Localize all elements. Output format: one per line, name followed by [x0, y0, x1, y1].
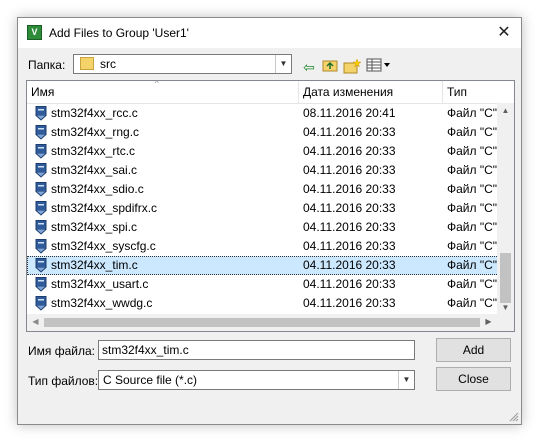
- scroll-up-icon[interactable]: ▲: [497, 106, 514, 115]
- lookin-combo[interactable]: src ▼: [73, 54, 292, 74]
- chevron-down-icon[interactable]: ▼: [275, 55, 291, 73]
- sort-up-icon: ^: [155, 80, 159, 88]
- file-name: stm32f4xx_wwdg.c: [51, 296, 153, 310]
- scroll-right-icon[interactable]: ▶: [480, 317, 497, 326]
- table-row[interactable]: stm32f4xx_sdio.c 04.11.2016 20:33 Файл "C": [27, 180, 499, 199]
- file-name: stm32f4xx_sai.c: [51, 163, 138, 177]
- c-file-icon: [35, 106, 47, 121]
- c-file-icon: [35, 220, 47, 235]
- table-row[interactable]: stm32f4xx_spdifrx.c 04.11.2016 20:33 Файл …: [27, 199, 499, 218]
- scroll-corner: [497, 314, 514, 331]
- file-date: 04.11.2016 20:33: [303, 277, 396, 291]
- file-type: Файл "C": [447, 201, 498, 215]
- list-header: Имя ^ Дата изменения Тип: [27, 81, 514, 104]
- file-type: Файл "C": [447, 106, 498, 120]
- table-row[interactable]: stm32f4xx_wwdg.c 04.11.2016 20:33 Файл "C": [27, 294, 499, 313]
- file-date: 04.11.2016 20:33: [303, 125, 396, 139]
- filename-input[interactable]: [98, 340, 415, 360]
- file-type: Файл "C": [447, 220, 498, 234]
- table-row[interactable]: stm32f4xx_rcc.c 08.11.2016 20:41 Файл "C": [27, 104, 499, 123]
- c-file-icon: [35, 201, 47, 216]
- back-icon[interactable]: ⇦: [300, 58, 318, 76]
- file-name: stm32f4xx_sdio.c: [51, 182, 144, 196]
- c-file-icon: [35, 258, 47, 273]
- vertical-scrollbar[interactable]: ▲ ▼: [497, 103, 514, 315]
- c-file-icon: [35, 239, 47, 254]
- file-date: 04.11.2016 20:33: [303, 163, 396, 177]
- c-file-icon: [35, 277, 47, 292]
- file-name: stm32f4xx_rng.c: [51, 125, 140, 139]
- c-file-icon: [35, 182, 47, 197]
- c-file-icon: [35, 296, 47, 311]
- filetype-value: C Source file (*.c): [103, 373, 198, 387]
- table-row[interactable]: stm32f4xx_rtc.c 04.11.2016 20:33 Файл "C": [27, 142, 499, 161]
- file-date: 04.11.2016 20:33: [303, 182, 396, 196]
- file-date: 04.11.2016 20:33: [303, 220, 396, 234]
- file-name: stm32f4xx_rcc.c: [51, 106, 138, 120]
- file-name: stm32f4xx_usart.c: [51, 277, 149, 291]
- vertical-scroll-thumb[interactable]: [500, 253, 511, 303]
- file-list[interactable]: Имя ^ Дата изменения Тип stm32f4xx_rcc.c…: [26, 80, 515, 332]
- filetype-select[interactable]: C Source file (*.c) ▼: [98, 370, 415, 390]
- folder-icon: [80, 57, 94, 70]
- close-window-button[interactable]: ✕: [487, 18, 521, 48]
- file-type: Файл "C": [447, 163, 498, 177]
- scroll-down-icon[interactable]: ▼: [497, 303, 514, 312]
- file-name: stm32f4xx_rtc.c: [51, 144, 136, 158]
- close-icon: ✕: [497, 24, 511, 41]
- file-type: Файл "C": [447, 182, 498, 196]
- column-date[interactable]: Дата изменения: [299, 81, 443, 103]
- filetype-label: Тип файлов:: [28, 374, 99, 388]
- file-name: stm32f4xx_spdifrx.c: [51, 201, 158, 215]
- table-row-selected[interactable]: stm32f4xx_tim.c 04.11.2016 20:33 Файл "C": [27, 256, 499, 275]
- file-date: 04.11.2016 20:33: [303, 201, 396, 215]
- table-row[interactable]: stm32f4xx_syscfg.c 04.11.2016 20:33 Файл "…: [27, 237, 499, 256]
- file-type: Файл "C": [447, 258, 498, 272]
- horizontal-scrollbar[interactable]: ◀ ▶: [27, 314, 497, 331]
- window-title: Add Files to Group 'User1': [49, 26, 189, 40]
- lookin-label: Папка:: [28, 58, 66, 72]
- scroll-left-icon[interactable]: ◀: [27, 317, 44, 326]
- file-name: stm32f4xx_tim.c: [51, 258, 138, 272]
- table-row[interactable]: stm32f4xx_usart.c 04.11.2016 20:33 Файл "C…: [27, 275, 499, 294]
- view-menu-icon[interactable]: [366, 58, 392, 76]
- add-files-dialog: V Add Files to Group 'User1' ✕ Папка: sr…: [17, 17, 522, 425]
- title-bar: V Add Files to Group 'User1' ✕: [18, 18, 521, 48]
- file-date: 04.11.2016 20:33: [303, 144, 396, 158]
- file-type: Файл "C": [447, 125, 498, 139]
- app-icon: V: [27, 25, 42, 40]
- c-file-icon: [35, 163, 47, 178]
- file-name: stm32f4xx_spi.c: [51, 220, 138, 234]
- column-type[interactable]: Тип: [443, 81, 514, 103]
- table-row[interactable]: stm32f4xx_spi.c 04.11.2016 20:33 Файл "C": [27, 218, 499, 237]
- c-file-icon: [35, 144, 47, 159]
- file-type: Файл "C": [447, 277, 498, 291]
- resize-grip-icon[interactable]: [509, 412, 519, 422]
- column-name-label: Имя: [31, 85, 55, 99]
- add-button[interactable]: Add: [436, 338, 511, 362]
- table-row[interactable]: stm32f4xx_sai.c 04.11.2016 20:33 Файл "C": [27, 161, 499, 180]
- filename-label: Имя файла:: [28, 344, 95, 358]
- file-type: Файл "C": [447, 239, 498, 253]
- file-name: stm32f4xx_syscfg.c: [51, 239, 156, 253]
- new-folder-icon[interactable]: [343, 58, 362, 76]
- up-folder-icon[interactable]: [321, 58, 339, 76]
- file-date: 04.11.2016 20:33: [303, 239, 396, 253]
- column-name[interactable]: Имя ^: [27, 81, 299, 103]
- c-file-icon: [35, 125, 47, 140]
- chevron-down-icon[interactable]: ▼: [398, 371, 414, 389]
- close-button[interactable]: Close: [436, 367, 511, 391]
- file-type: Файл "C": [447, 296, 498, 310]
- file-date: 04.11.2016 20:33: [303, 296, 396, 310]
- file-date: 04.11.2016 20:33: [303, 258, 396, 272]
- table-row[interactable]: stm32f4xx_rng.c 04.11.2016 20:33 Файл "C": [27, 123, 499, 142]
- lookin-folder: src: [100, 57, 116, 71]
- file-date: 08.11.2016 20:41: [303, 106, 396, 120]
- horizontal-scroll-thumb[interactable]: [44, 318, 480, 327]
- file-type: Файл "C": [447, 144, 498, 158]
